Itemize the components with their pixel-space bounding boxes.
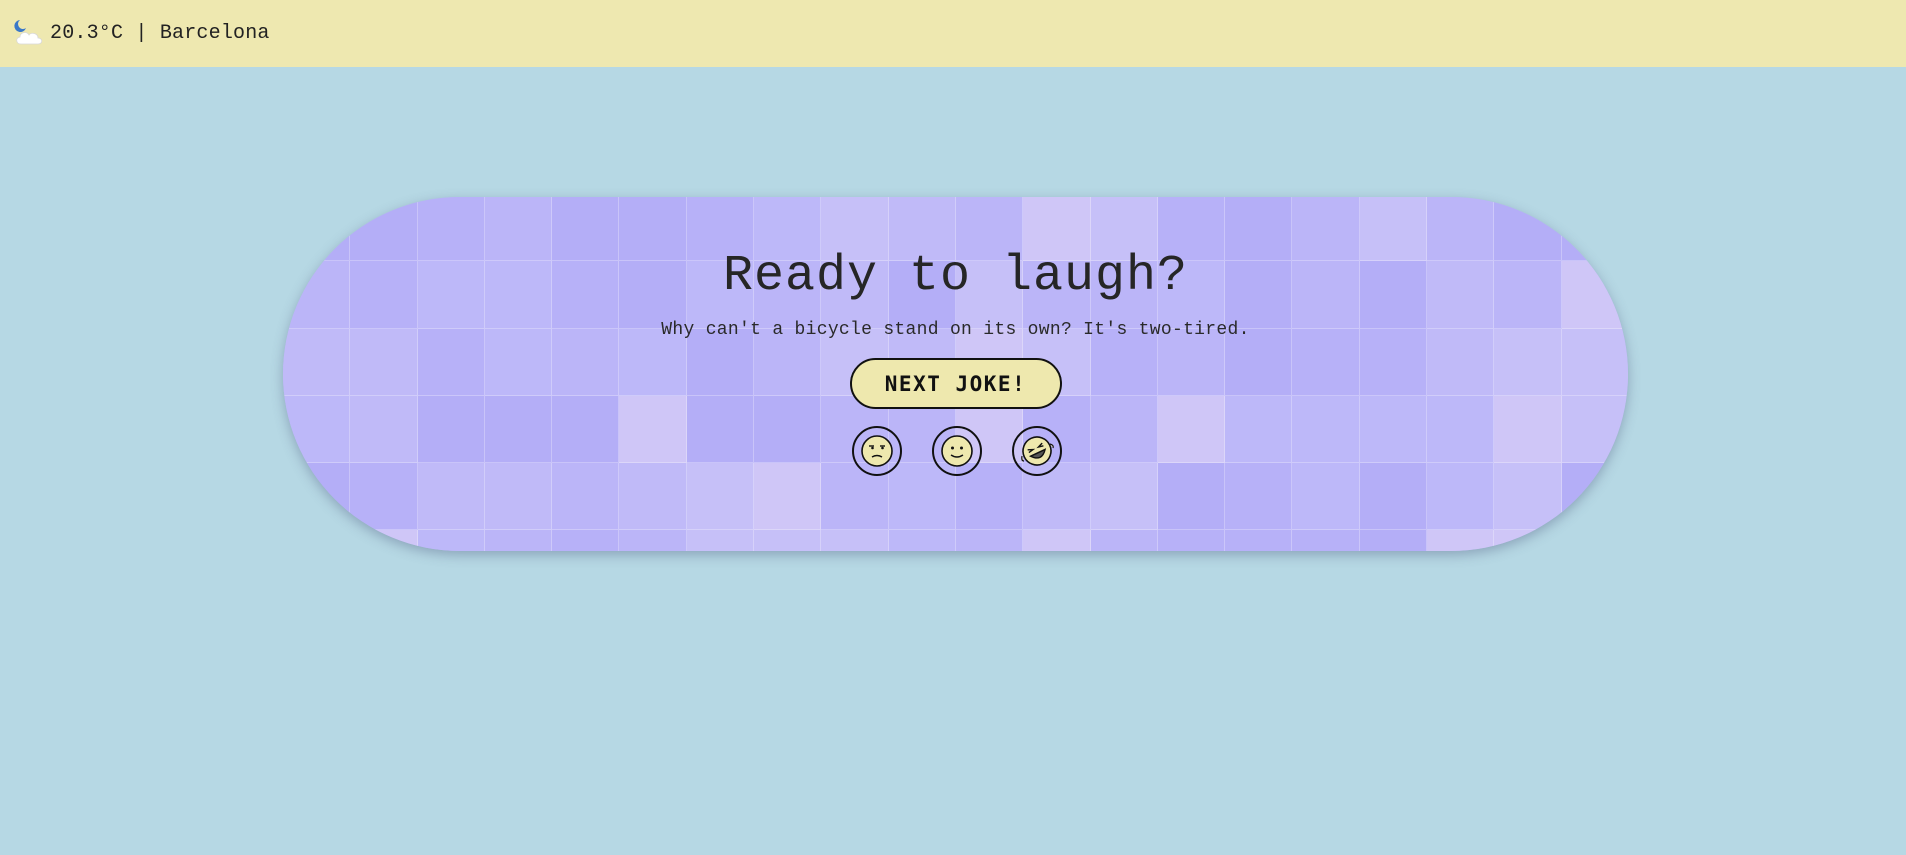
moon-cloud-icon [14,19,43,44]
weather-text: 20.3°C | Barcelona [50,22,270,45]
unamused-face-icon [860,435,893,467]
reaction-buttons [851,426,1062,476]
joke-text: Why can't a bicycle stand on its own? It… [661,320,1250,340]
rolling-laughing-face-icon [1020,436,1054,466]
reaction-button-smile[interactable] [931,426,982,476]
weather-bar: 20.3°C | Barcelona [0,0,1906,67]
next-joke-button[interactable]: NEXT JOKE! [849,358,1062,409]
page-title: Ready to laugh? [722,248,1189,305]
slight-smile-face-icon [940,435,973,467]
joke-card: Ready to laugh? Why can't a bicycle stan… [283,197,1628,551]
reaction-button-rofl[interactable] [1011,426,1062,476]
reaction-button-unamused[interactable] [851,426,902,476]
